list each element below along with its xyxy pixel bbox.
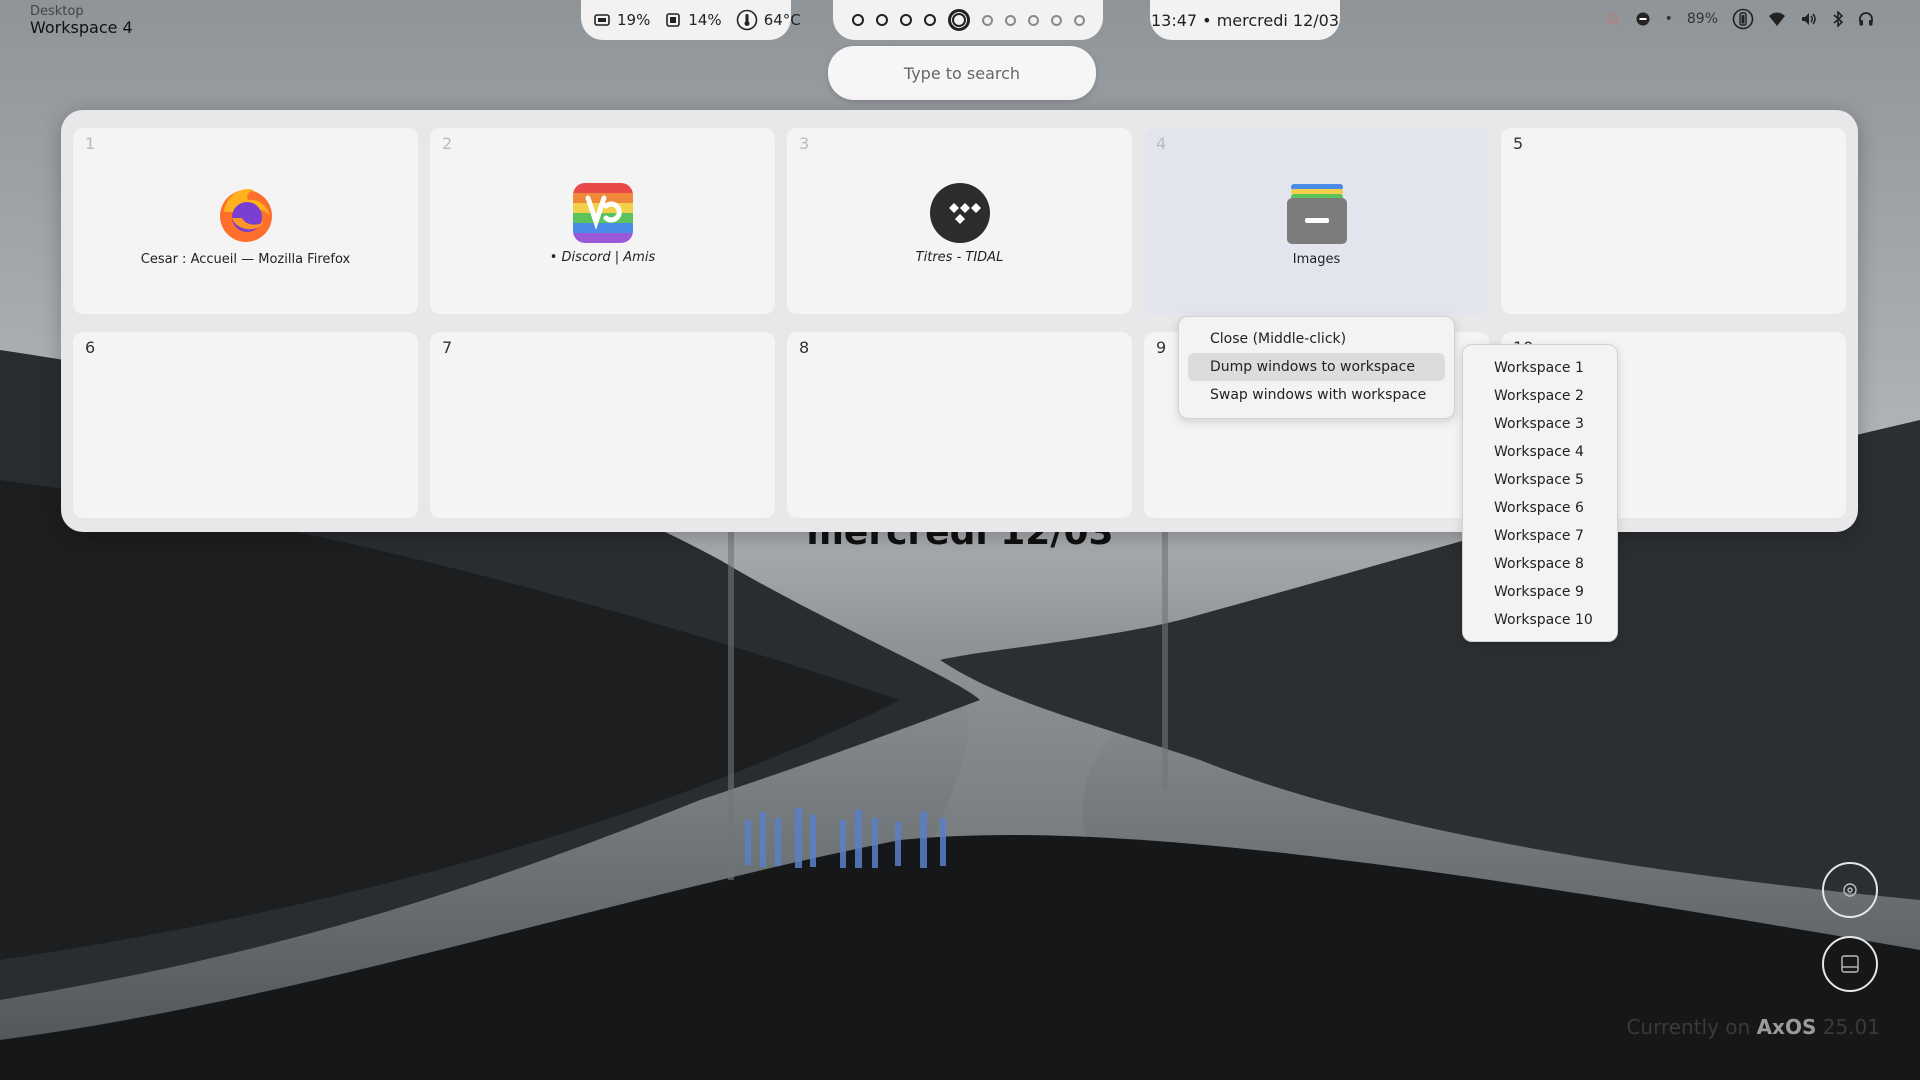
window-preview[interactable]: Images	[1144, 182, 1489, 267]
workspace-dot-7[interactable]	[1004, 14, 1016, 26]
system-tray: • 89%	[1605, 8, 1874, 30]
battery-icon[interactable]	[1732, 8, 1754, 30]
window-preview[interactable]: Cesar : Accueil — Mozilla Firefox	[73, 182, 418, 267]
submenu-item-workspace-8[interactable]: Workspace 8	[1463, 550, 1617, 578]
workspace-dot-2[interactable]	[875, 14, 888, 26]
firefox-icon	[219, 189, 272, 242]
workspace-number: 6	[85, 338, 96, 357]
window-title: Titres - TIDAL	[915, 250, 1004, 265]
workspace-dot-4[interactable]	[923, 14, 936, 26]
workspace-number: 7	[442, 338, 453, 357]
workspace-tile-6[interactable]: 6	[73, 332, 418, 518]
submenu-item-workspace-3[interactable]: Workspace 3	[1463, 410, 1617, 438]
vesktop-icon	[572, 183, 633, 243]
workspace-tile-4[interactable]: 4 Images	[1144, 128, 1489, 314]
clock-pill[interactable]: 13:47 • mercredi 12/03	[1150, 0, 1340, 40]
submenu-item-workspace-7[interactable]: Workspace 7	[1463, 522, 1617, 550]
battery-separator: •	[1664, 11, 1673, 27]
workspace-dot-10[interactable]	[1073, 14, 1085, 26]
workspace-number: 8	[799, 338, 810, 357]
submenu-item-workspace-4[interactable]: Workspace 4	[1463, 438, 1617, 466]
workspace-dot-8[interactable]	[1027, 14, 1039, 26]
submenu-item-workspace-2[interactable]: Workspace 2	[1463, 382, 1617, 410]
window-preview[interactable]: • Discord | Amis	[430, 182, 775, 265]
window-title: Cesar : Accueil — Mozilla Firefox	[140, 252, 351, 267]
idle-inhibitor-icon[interactable]	[1635, 11, 1651, 27]
os-name: AxOS	[1756, 1015, 1817, 1039]
submenu-item-workspace-9[interactable]: Workspace 9	[1463, 578, 1617, 606]
workspace-tile-8[interactable]: 8	[787, 332, 1132, 518]
submenu-item-workspace-6[interactable]: Workspace 6	[1463, 494, 1617, 522]
ram-value: 19%	[617, 11, 651, 29]
menu-item-swap-windows[interactable]: Swap windows with workspace	[1188, 381, 1445, 409]
submenu-item-workspace-5[interactable]: Workspace 5	[1463, 466, 1617, 494]
cpu-value: 14%	[688, 11, 722, 29]
window-title: Images	[1292, 252, 1341, 267]
bluetooth-icon[interactable]	[1832, 11, 1844, 27]
workspace-number: 5	[1513, 134, 1524, 153]
resource-monitor[interactable]: 19% 14% 64°C	[581, 0, 801, 40]
thermometer-icon	[736, 9, 757, 31]
os-version: 25.01	[1822, 1015, 1880, 1039]
headphones-icon[interactable]	[1858, 11, 1874, 27]
submenu-item-workspace-10[interactable]: Workspace 10	[1463, 606, 1617, 634]
workspace-switcher	[833, 0, 1103, 40]
workspace-dot-1[interactable]	[851, 14, 864, 26]
window-preview[interactable]: Titres - TIDAL	[787, 182, 1132, 265]
clock-text: 13:47 • mercredi 12/03	[1150, 10, 1340, 30]
workspace-number: 9	[1156, 338, 1167, 357]
workspace-dot-3[interactable]	[899, 14, 912, 26]
workspace-number: 2	[442, 134, 453, 153]
workspace-dot-5-active[interactable]	[947, 9, 970, 31]
workspace-name: Workspace 4	[30, 18, 133, 38]
ram-usage: 19%	[593, 11, 650, 29]
workspace-tile-1[interactable]: 1 Cesar : Accueil — Mozilla Firefox	[73, 128, 418, 314]
window-title: • Discord | Amis	[549, 250, 656, 265]
menu-item-close[interactable]: Close (Middle-click)	[1188, 325, 1445, 353]
gear-icon	[1843, 883, 1857, 897]
workspace-tile-7[interactable]: 7	[430, 332, 775, 518]
tidal-icon	[929, 183, 990, 243]
ram-chip-icon	[594, 14, 610, 26]
workspace-tile-3[interactable]: 3 Titres - TIDAL	[787, 128, 1132, 314]
panel-layout-icon	[1841, 955, 1859, 973]
workspace-caption: Desktop	[30, 4, 84, 19]
workspace-context-menu: Close (Middle-click) Dump windows to wor…	[1178, 316, 1455, 419]
workspace-tile-5[interactable]: 5	[1501, 128, 1846, 314]
battery-level: 89%	[1686, 11, 1718, 27]
cpu-usage: 14%	[664, 11, 722, 29]
panel-button[interactable]	[1822, 936, 1878, 992]
wifi-icon[interactable]	[1768, 11, 1786, 27]
workspace-dot-6[interactable]	[981, 14, 993, 26]
cpu-chip-icon	[666, 13, 681, 27]
menu-item-dump-windows[interactable]: Dump windows to workspace	[1188, 353, 1445, 381]
workspace-number: 3	[799, 134, 810, 153]
active-workspace-indicator: Desktop Workspace 4	[30, 4, 133, 38]
file-manager-icon	[1286, 184, 1347, 244]
temperature: 64°C	[736, 9, 801, 31]
workspace-dot-9[interactable]	[1050, 14, 1062, 26]
notifications-muted-icon[interactable]	[1605, 11, 1621, 27]
workspace-submenu: Workspace 1 Workspace 2 Workspace 3 Work…	[1462, 344, 1618, 642]
os-prefix: Currently on	[1626, 1015, 1751, 1039]
settings-button[interactable]	[1822, 862, 1878, 918]
workspace-number: 1	[85, 134, 96, 153]
os-info: Currently on AxOS 25.01	[1626, 1015, 1880, 1039]
submenu-item-workspace-1[interactable]: Workspace 1	[1463, 354, 1617, 382]
search-input[interactable]	[828, 46, 1096, 100]
workspace-tile-2[interactable]: 2 • Discord | Amis	[430, 128, 775, 314]
workspace-number: 4	[1156, 134, 1167, 153]
volume-icon[interactable]	[1800, 11, 1818, 27]
temperature-value: 64°C	[763, 11, 801, 29]
